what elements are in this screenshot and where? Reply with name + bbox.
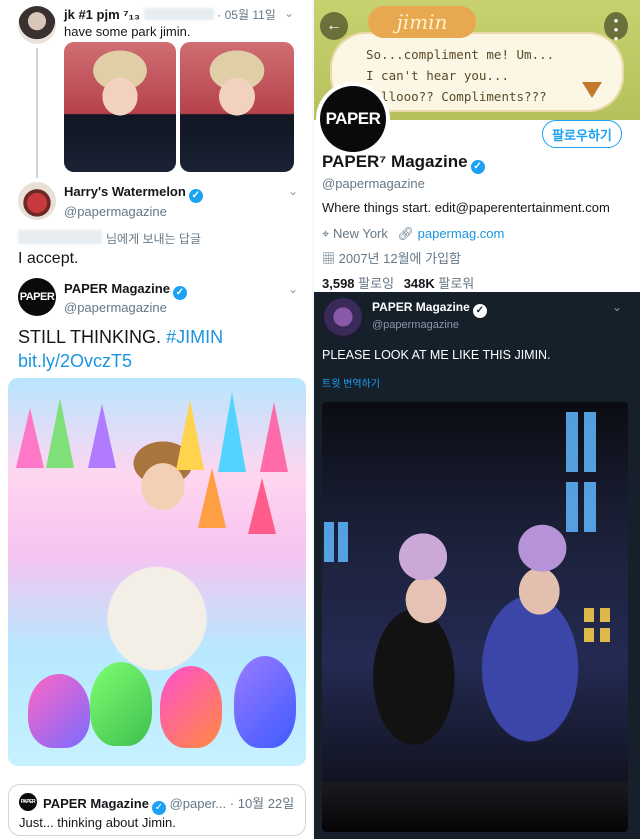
- tweet-photo-1[interactable]: [64, 42, 176, 172]
- display-name: PAPER Magazine: [43, 796, 149, 811]
- dolphin: [90, 662, 152, 746]
- avatar-logo: PAPER: [19, 291, 55, 303]
- stage-light: [566, 412, 578, 472]
- quoted-text: Just... thinking about Jimin.: [19, 815, 176, 830]
- handle: @papermagazine: [372, 319, 459, 331]
- profile-bio: Where things start. edit@paperentertainm…: [322, 200, 610, 215]
- header-line: So...compliment me! Um...: [366, 47, 555, 62]
- stage-light: [584, 608, 594, 622]
- link-icon: 🔗︎: [397, 226, 415, 241]
- tweet-text: have some park jimin.: [64, 24, 191, 39]
- avatar-logo: PAPER: [325, 109, 381, 128]
- dolphin: [234, 656, 296, 748]
- redacted-handle: [143, 8, 214, 20]
- follow-button[interactable]: 팔로우하기: [542, 120, 622, 148]
- verified-icon: ✓: [470, 160, 485, 174]
- stage-light: [600, 608, 610, 622]
- tweet-date: · 10월 22일: [229, 796, 295, 811]
- stage-light: [584, 412, 596, 472]
- header-line: Hellooo?? Compliments???: [366, 89, 547, 104]
- decorative-tree: [88, 404, 116, 468]
- stage-light: [584, 628, 594, 642]
- tweet-photo-2[interactable]: [180, 42, 294, 172]
- avatar: PAPER: [19, 793, 37, 811]
- location-icon: ⌖: [322, 226, 330, 241]
- dark-tweet-panel: PAPER Magazine ✓ ⌄ @papermagazine PLEASE …: [314, 292, 640, 839]
- follow-button-label: 팔로우하기: [552, 127, 612, 143]
- tweet-link[interactable]: bit.ly/2OvczT5: [18, 351, 132, 372]
- display-name[interactable]: PAPER Magazine: [372, 300, 470, 314]
- decorative-tree: [218, 392, 246, 472]
- following-label[interactable]: 팔로잉: [358, 276, 394, 291]
- following-count[interactable]: 3,598: [322, 276, 355, 291]
- tweet-text: PLEASE LOOK AT ME LIKE THIS JIMIN.: [322, 348, 551, 362]
- stage-light: [338, 522, 348, 562]
- followers-count[interactable]: 348K: [404, 276, 435, 291]
- decorative-tree: [260, 402, 288, 472]
- tweet-image[interactable]: [322, 402, 628, 832]
- verified-icon: ✓: [172, 286, 187, 300]
- handle: @papermagazine: [64, 300, 167, 315]
- handle: @papermagazine: [64, 204, 167, 219]
- verified-icon: ✓: [188, 189, 203, 203]
- display-name[interactable]: jk #1 pjm ⁷₁₃: [64, 7, 140, 22]
- followers-label[interactable]: 팔로워: [438, 276, 474, 291]
- calendar-icon: ▦: [322, 251, 336, 266]
- translate-link[interactable]: 트윗 번역하기: [322, 375, 380, 390]
- avatar[interactable]: PAPER: [18, 278, 56, 316]
- name-tag-text: jimin: [396, 10, 448, 34]
- header-line: I can't hear you...: [366, 68, 509, 83]
- left-panel: jk #1 pjm ⁷₁₃ · 05월 11일 ⌄ have some park…: [0, 0, 312, 839]
- reply-text: I accept.: [18, 250, 79, 267]
- back-arrow-icon: ←: [326, 17, 342, 34]
- profile-website[interactable]: papermag.com: [418, 226, 505, 241]
- chevron-down-icon[interactable]: ⌄: [284, 6, 294, 20]
- profile-location: New York: [332, 226, 388, 241]
- profile-name: PAPER⁷ Magazine: [322, 152, 468, 171]
- tweet-image[interactable]: [8, 378, 306, 766]
- verified-icon: ✓: [472, 304, 487, 318]
- verified-icon: ✓: [151, 801, 166, 815]
- tweet-date[interactable]: · 05월 11일: [217, 8, 276, 22]
- chevron-down-icon[interactable]: ⌄: [288, 184, 298, 198]
- display-name[interactable]: Harry's Watermelon: [64, 184, 186, 199]
- hashtag-link[interactable]: #JIMIN: [166, 327, 223, 347]
- redacted-recipient: [18, 230, 102, 244]
- tweet-text: STILL THINKING.: [18, 327, 162, 347]
- dolphin: [28, 674, 90, 748]
- profile-handle: @papermagazine: [322, 176, 425, 191]
- stage-light: [566, 482, 578, 532]
- quoted-tweet[interactable]: PAPER PAPER Magazine ✓ @paper... · 10월 22…: [8, 784, 306, 836]
- avatar-logo: PAPER: [20, 799, 36, 805]
- reply-note: 님에게 보내는 답글: [106, 232, 201, 246]
- profile-joined: 2007년 12월에 가입함: [338, 251, 462, 266]
- avatar[interactable]: [18, 182, 56, 220]
- thread-line: [36, 48, 38, 178]
- decorative-tree: [248, 478, 276, 534]
- avatar[interactable]: [18, 6, 56, 44]
- stage-light: [600, 628, 610, 642]
- decorative-tree: [176, 400, 204, 470]
- stage-floor: [322, 782, 628, 832]
- arrow-down-icon: [582, 82, 602, 98]
- name-tag: jimin: [368, 6, 476, 38]
- display-name[interactable]: PAPER Magazine: [64, 281, 170, 296]
- stage-light: [584, 482, 596, 532]
- chevron-down-icon[interactable]: ⌄: [612, 300, 622, 314]
- decorative-tree: [198, 468, 226, 528]
- decorative-tree: [46, 398, 74, 468]
- more-options-icon[interactable]: • • •: [604, 12, 628, 45]
- dolphin: [160, 666, 222, 748]
- profile-avatar[interactable]: PAPER: [320, 86, 386, 152]
- handle: @paper...: [169, 796, 227, 811]
- chevron-down-icon[interactable]: ⌄: [288, 282, 298, 296]
- profile-panel: jimin So...compliment me! Um... I can't …: [314, 0, 640, 292]
- decorative-tree: [16, 408, 44, 468]
- back-button[interactable]: ←: [320, 12, 348, 40]
- stage-light: [324, 522, 334, 562]
- avatar[interactable]: [322, 298, 364, 340]
